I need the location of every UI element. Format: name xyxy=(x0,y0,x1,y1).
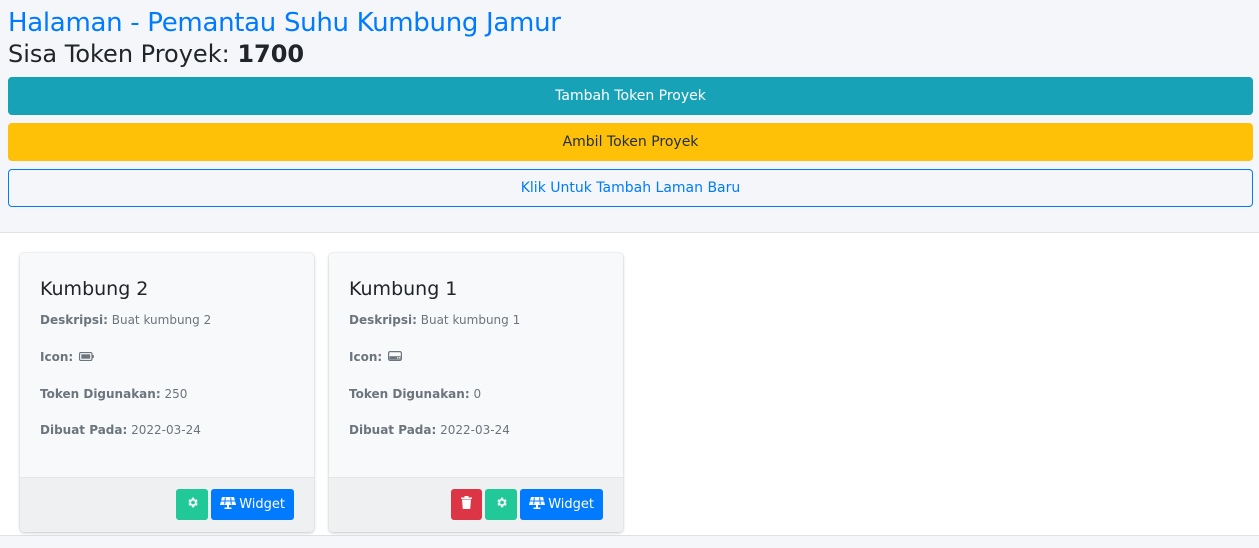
settings-button[interactable] xyxy=(176,489,209,520)
card-created-at: Dibuat Pada: 2022-03-24 xyxy=(349,422,603,439)
created-at-value: 2022-03-24 xyxy=(131,423,201,438)
widget-button[interactable]: Widget xyxy=(211,489,294,520)
card-title: Kumbung 1 xyxy=(349,278,458,300)
description-value: Buat kumbung 2 xyxy=(111,313,212,327)
widget-button[interactable]: Widget xyxy=(520,489,603,520)
tokens-used-value: 0 xyxy=(473,386,482,401)
add-page-button[interactable]: Klik Untuk Tambah Laman Baru xyxy=(8,169,1253,208)
card-tokens-used: Token Digunakan: 0 xyxy=(349,386,603,403)
page-card: Kumbung 1 Deskripsi: Buat kumbung 1 Icon… xyxy=(329,253,623,532)
icon-label: Icon: xyxy=(40,349,74,364)
settings-button[interactable] xyxy=(485,489,518,520)
description-label: Deskripsi: xyxy=(40,313,108,327)
take-token-button[interactable]: Ambil Token Proyek xyxy=(8,123,1253,162)
card-icon-field: Icon: xyxy=(349,349,603,366)
created-at-label: Dibuat Pada: xyxy=(40,423,128,438)
token-balance: Sisa Token Proyek: 1700 xyxy=(8,39,1251,69)
icon-label: Icon: xyxy=(349,349,383,364)
card-icon-field: Icon: xyxy=(40,349,294,366)
page-header: Halaman - Pemantau Suhu Kumbung Jamur Si… xyxy=(0,0,1259,208)
delete-button[interactable] xyxy=(451,489,483,520)
widget-button-label: Widget xyxy=(239,497,285,512)
created-at-label: Dibuat Pada: xyxy=(349,423,437,438)
token-balance-label: Sisa Token Proyek: xyxy=(8,40,238,69)
add-token-button[interactable]: Tambah Token Proyek xyxy=(8,77,1253,116)
card-created-at: Dibuat Pada: 2022-03-24 xyxy=(40,422,294,439)
card-footer: Widget xyxy=(20,477,314,532)
cards-section: Kumbung 2 Deskripsi: Buat kumbung 2 Icon… xyxy=(0,232,1259,536)
token-balance-value: 1700 xyxy=(237,40,305,69)
tokens-used-value: 250 xyxy=(164,386,188,401)
card-title: Kumbung 2 xyxy=(40,278,149,300)
page-card: Kumbung 2 Deskripsi: Buat kumbung 2 Icon… xyxy=(20,253,314,532)
card-description: Deskripsi: Buat kumbung 2 xyxy=(40,312,294,329)
tokens-used-label: Token Digunakan: xyxy=(349,386,470,401)
card-tokens-used: Token Digunakan: 250 xyxy=(40,386,294,403)
description-label: Deskripsi: xyxy=(349,313,417,327)
gear-icon xyxy=(495,496,508,513)
card-description: Deskripsi: Buat kumbung 1 xyxy=(349,312,603,329)
card-footer: Widget xyxy=(329,477,623,532)
hdd-icon xyxy=(388,349,403,366)
trash-icon xyxy=(461,496,473,513)
solar-panel-icon xyxy=(220,496,237,513)
battery-icon xyxy=(78,349,94,366)
created-at-value: 2022-03-24 xyxy=(440,423,510,438)
solar-panel-icon xyxy=(529,496,546,513)
gear-icon xyxy=(186,496,199,513)
description-value: Buat kumbung 1 xyxy=(420,313,521,327)
tokens-used-label: Token Digunakan: xyxy=(40,386,161,401)
widget-button-label: Widget xyxy=(548,497,594,512)
page-title: Halaman - Pemantau Suhu Kumbung Jamur xyxy=(8,8,561,38)
